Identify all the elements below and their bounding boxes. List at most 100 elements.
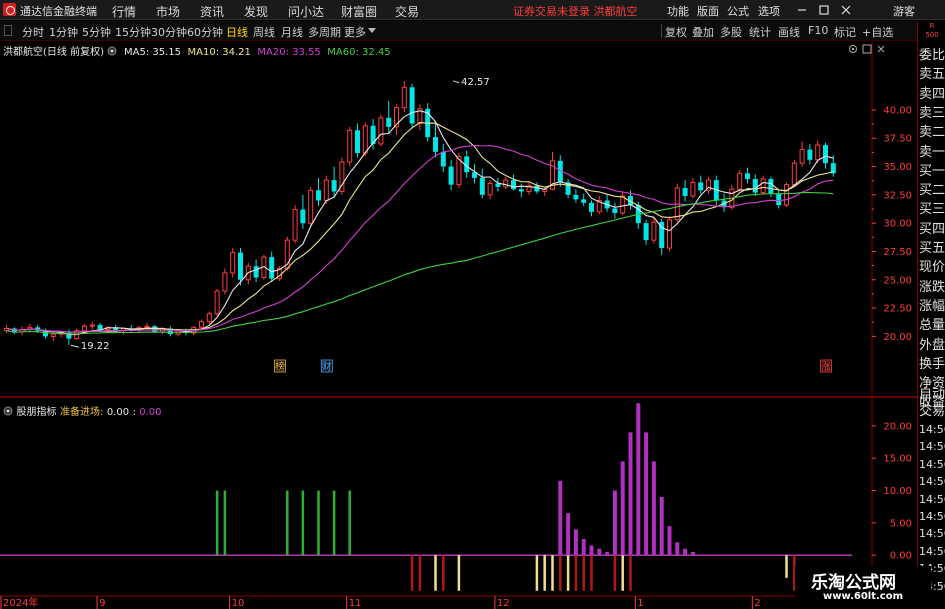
watermark-title: 乐淘公式网 — [811, 573, 896, 593]
candle-body — [50, 333, 56, 337]
indicator-bar — [597, 548, 602, 556]
quote-row-10: 买五 — [919, 241, 945, 256]
indicator-bar — [317, 490, 320, 556]
auto-trade-label-1[interactable]: 交易 — [919, 404, 945, 420]
indicator-bar — [621, 555, 624, 591]
candle-body — [206, 313, 212, 323]
ma60-line — [6, 192, 834, 335]
indicator-bar — [582, 555, 585, 591]
chart-frame — [0, 42, 917, 609]
indicator-tick-label: 5.00 — [890, 518, 912, 529]
candle-body — [355, 130, 360, 153]
candle-body — [581, 199, 587, 203]
ma20-line — [6, 144, 834, 333]
quote-row-12: 涨跌 — [919, 279, 945, 295]
date-tick-label: 1 — [637, 598, 643, 609]
chart-close-icon[interactable] — [876, 44, 886, 54]
quote-row-8: 买三 — [919, 202, 945, 218]
indicator-bar — [620, 461, 625, 556]
tick-time-6: 14:56 — [919, 527, 945, 541]
candle-body — [323, 179, 329, 202]
candle-body — [300, 209, 306, 224]
quote-row-4: 卖二 — [919, 125, 945, 141]
candle-body — [362, 125, 368, 154]
tick-time-0: 14:56 — [919, 423, 945, 436]
indicator-dropdown-icon[interactable] — [3, 406, 13, 416]
candle-body — [401, 86, 407, 109]
price-tick-label: 40.00 — [883, 105, 912, 116]
candle-body — [815, 144, 821, 161]
stock-title: 洪都航空(日线 前复权) — [3, 47, 104, 58]
chart-zoom-icon[interactable] — [862, 44, 872, 54]
indicator-bar — [348, 490, 351, 556]
candle-body — [199, 321, 204, 328]
indicator-bar — [559, 555, 562, 591]
ma20-legend: MA20: 33.55 — [257, 47, 321, 58]
indicator-bar — [566, 555, 570, 591]
candle-body — [433, 137, 438, 152]
candle-body — [308, 189, 314, 224]
quote-row-1: 卖五 — [919, 67, 945, 83]
indicator-value-1: 0.00 — [106, 407, 130, 418]
candle-body — [331, 180, 337, 192]
candle-body — [214, 290, 220, 315]
candle-body — [440, 151, 446, 167]
candle-body — [316, 190, 321, 201]
tick-time-4: 14:56 — [919, 492, 945, 506]
candle-body — [745, 173, 750, 179]
candle-body — [222, 272, 228, 292]
price-tick-label: 37.50 — [883, 134, 912, 145]
candle-body — [643, 223, 649, 241]
stock-chart[interactable]: 40.0037.5035.0032.5030.0027.5025.0022.50… — [0, 0, 945, 609]
quote-row-3: 卖三 — [919, 105, 945, 121]
moving-average-lines — [6, 110, 834, 336]
tick-time-3: 14:56 — [919, 475, 945, 489]
indicator-value-2: 0.00 — [139, 407, 162, 418]
price-tick-label: 27.50 — [883, 247, 912, 258]
candle-body — [495, 183, 501, 187]
indicator-bar — [442, 555, 445, 591]
tick-time-7: 14:56 — [919, 544, 945, 558]
quote-row-9: 买四 — [919, 221, 945, 237]
candle-body — [292, 209, 298, 241]
chart-annotations: 42.57 19.22 榜 财 涨 — [70, 77, 832, 373]
indicator-tick-label: 20.00 — [883, 421, 912, 432]
candle-body — [409, 87, 415, 124]
ma5-legend: MA5: 35.15 — [123, 47, 181, 58]
chart-settings-icon[interactable] — [848, 44, 858, 54]
date-tick-label: 11 — [349, 598, 362, 609]
auto-trade-label-0[interactable]: 自动 — [919, 387, 945, 403]
candle-body — [269, 257, 275, 279]
candle-body — [768, 178, 774, 194]
candle-body — [784, 184, 789, 206]
price-tick-label: 30.00 — [883, 219, 912, 230]
candle-body — [651, 221, 657, 241]
legend-dropdown-icon[interactable] — [107, 46, 117, 56]
candle-body — [487, 183, 493, 196]
indicator-bar — [573, 529, 578, 556]
candle-body — [807, 149, 813, 160]
candle-body — [682, 188, 688, 196]
indicator-bar — [644, 432, 649, 556]
candle-body — [698, 182, 704, 191]
indicator-bar — [566, 513, 571, 556]
indicator-bar — [301, 490, 305, 556]
indicator-name: 股朋指标 — [16, 407, 57, 418]
candle-body — [97, 325, 103, 330]
candle-body — [479, 177, 485, 195]
quote-row-15: 外盘 — [919, 337, 945, 353]
watermark-url: www.60lt.com — [823, 591, 904, 602]
indicator-legend: 股朋指标 准备进场: 0.00 : 0.00 — [3, 403, 161, 418]
date-tick-label: 12 — [497, 598, 510, 609]
candle-body — [612, 208, 618, 213]
tick-time-5: 14:56 — [919, 510, 945, 523]
indicator-bar — [651, 461, 656, 556]
candle-body — [823, 145, 828, 164]
indicator-tick-label: 15.00 — [883, 454, 912, 465]
indicator-bar — [215, 490, 219, 556]
candle-body — [589, 202, 594, 212]
candle-body — [690, 181, 696, 197]
price-tick-label: 32.50 — [883, 190, 912, 201]
candle-body — [238, 252, 243, 280]
indicator-bar — [543, 555, 546, 591]
